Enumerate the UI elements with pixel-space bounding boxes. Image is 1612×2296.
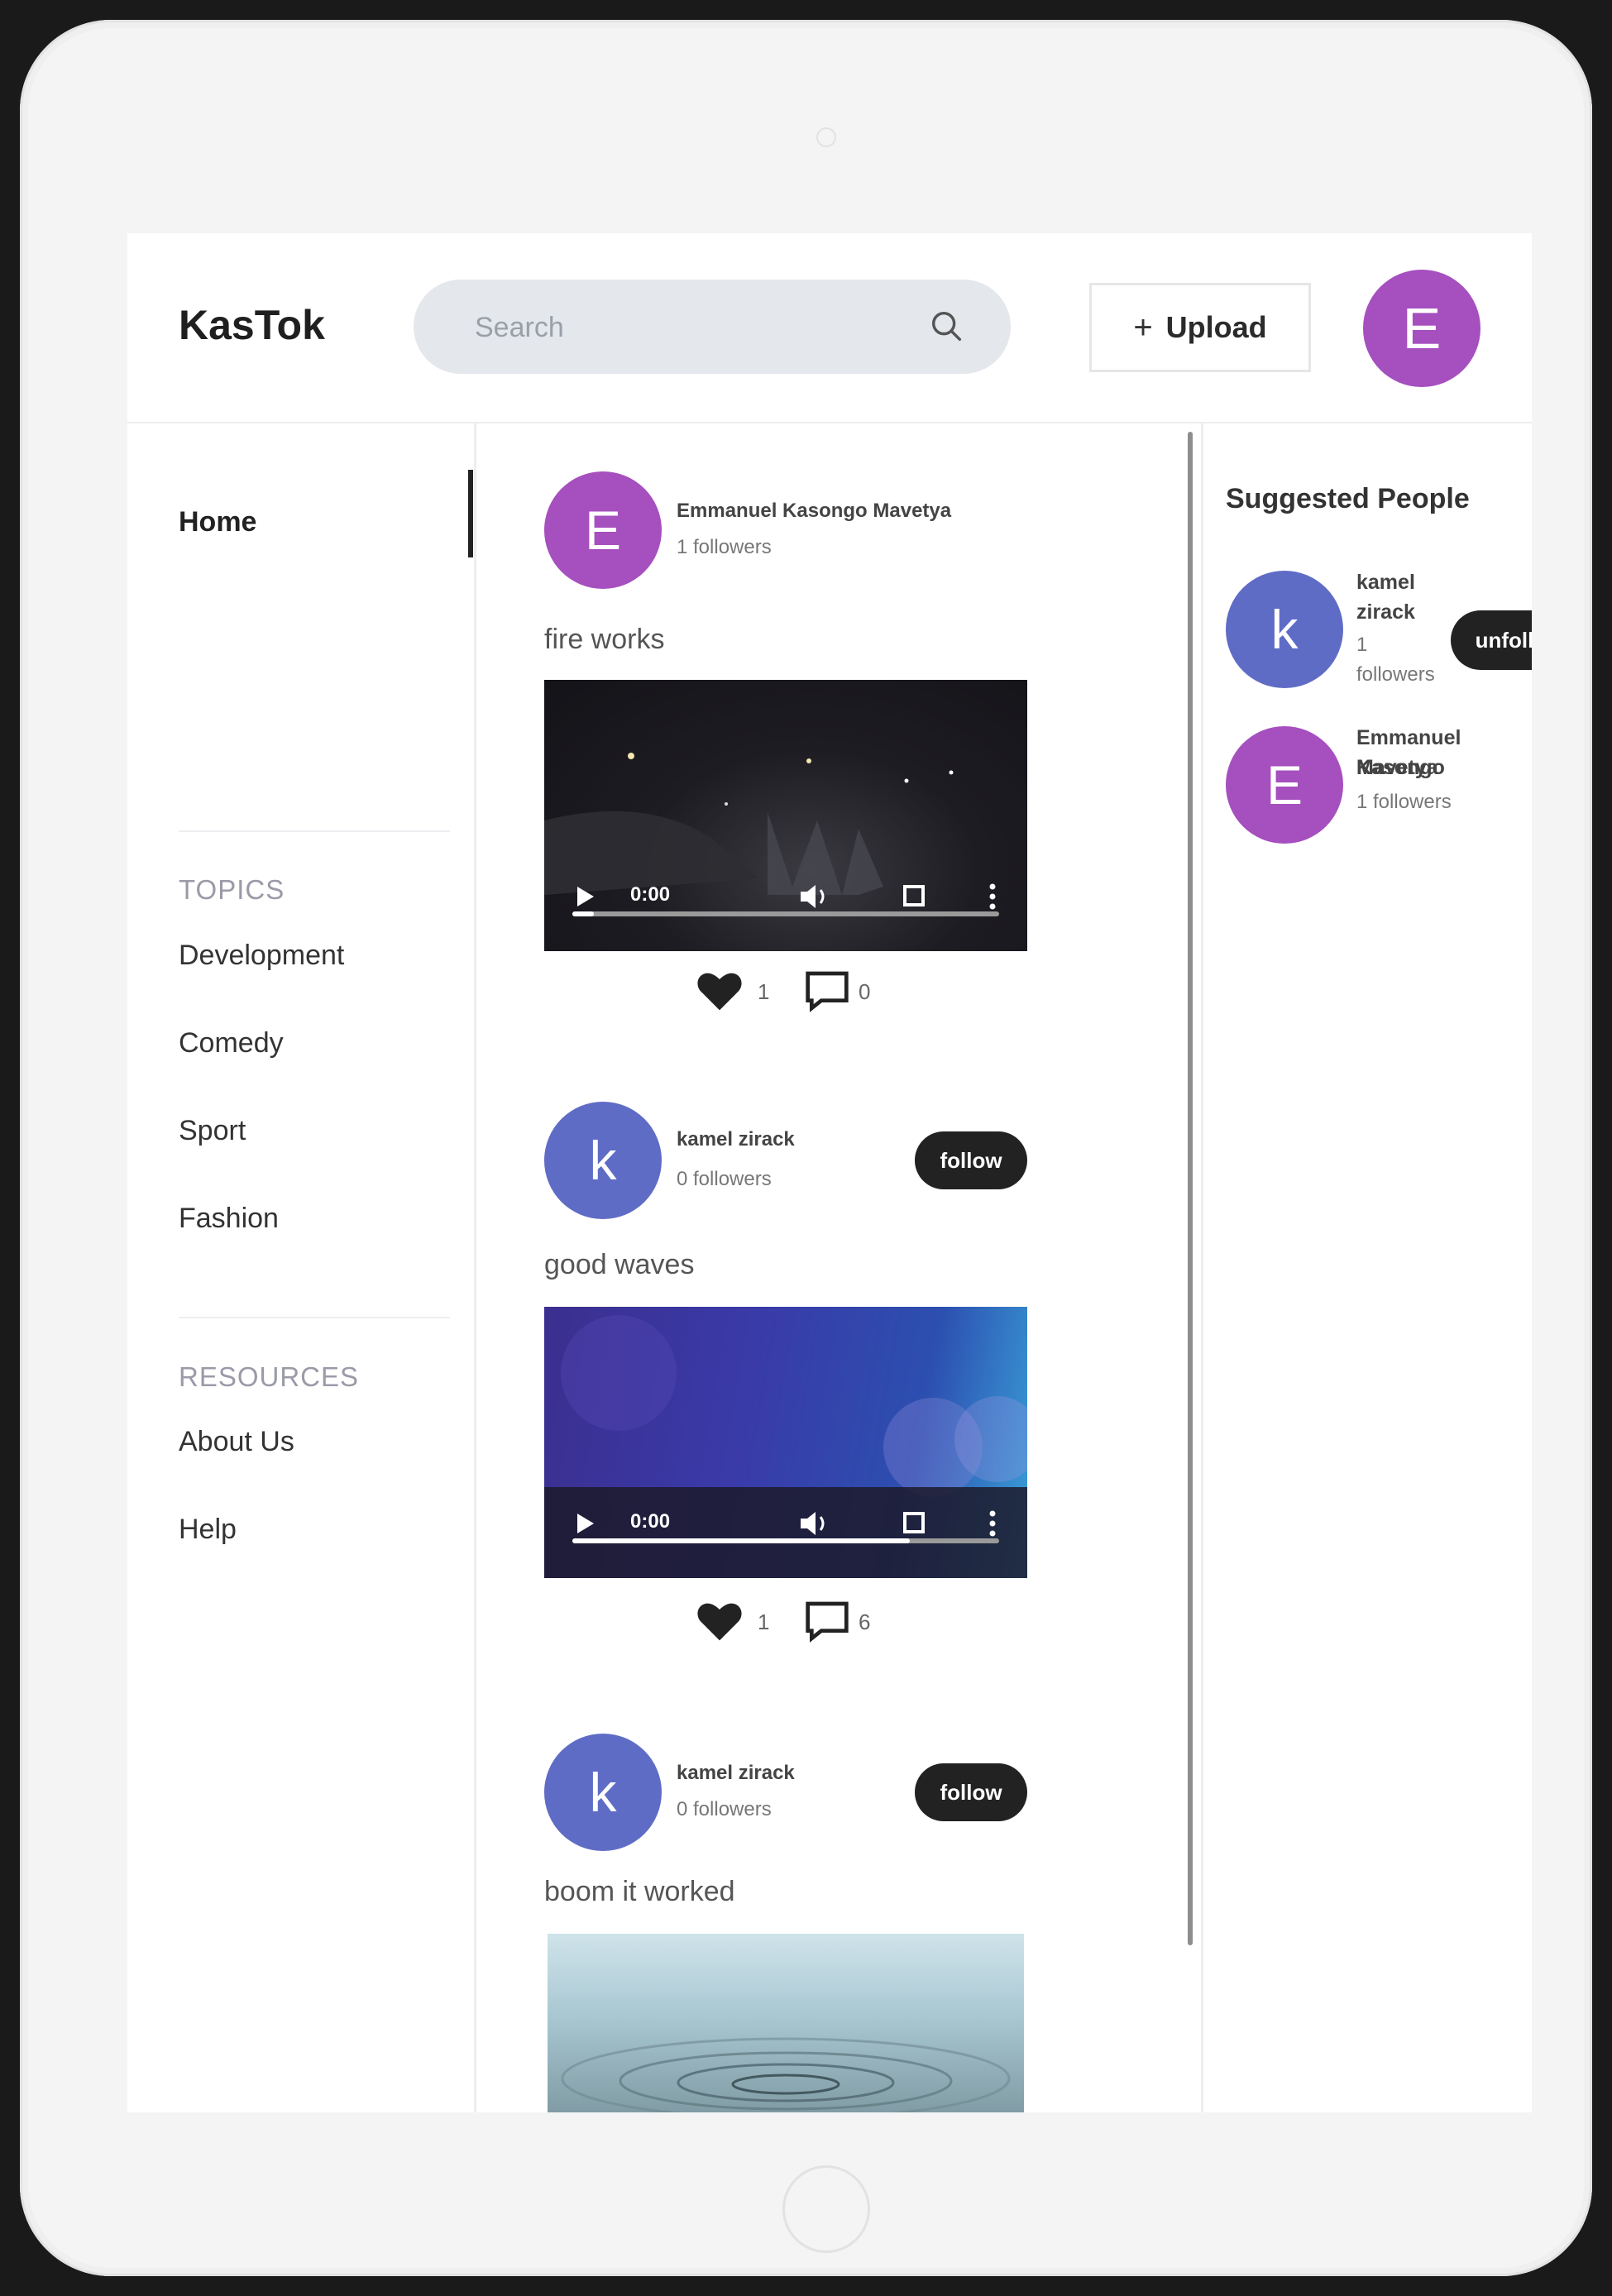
video-player[interactable] <box>548 1934 1024 2112</box>
post-author-followers: 0 followers <box>677 1168 772 1190</box>
video-progress-bar[interactable] <box>572 1538 999 1543</box>
video-player[interactable]: 0:00 <box>544 680 1027 951</box>
suggested-followers: followers <box>1356 663 1435 686</box>
suggested-avatar[interactable]: k <box>1226 571 1343 688</box>
video-player[interactable]: 0:00 <box>544 1307 1027 1578</box>
heart-icon[interactable] <box>696 1600 743 1643</box>
video-time: 0:00 <box>630 883 671 906</box>
comment-icon[interactable] <box>804 1600 850 1643</box>
post-author-name[interactable]: Emmanuel Kasongo Mavetya <box>677 500 951 523</box>
topics-title: TOPICS <box>179 874 285 905</box>
like-count: 1 <box>758 1610 770 1634</box>
sidebar-item-sport[interactable]: Sport <box>179 1115 246 1147</box>
fullscreen-icon[interactable] <box>900 1507 930 1540</box>
upload-label: Upload <box>1165 310 1267 344</box>
suggested-name[interactable]: kamel <box>1356 567 1415 597</box>
sidebar-item-comedy[interactable]: Comedy <box>179 1027 284 1060</box>
follow-button[interactable]: follow <box>915 1763 1027 1821</box>
play-icon[interactable] <box>572 1507 597 1540</box>
suggested-followers: 1 <box>1356 634 1368 656</box>
sidebar-item-development[interactable]: Development <box>179 940 344 972</box>
unfollow-button[interactable]: unfollow <box>1451 610 1532 670</box>
app-header: KasTok + Upload E <box>127 233 1532 423</box>
post-author-avatar[interactable]: k <box>544 1734 662 1851</box>
suggested-panel: Suggested People k kamel zirack 1 follow… <box>1201 423 1532 2112</box>
comment-count: 0 <box>859 979 871 1004</box>
fullscreen-icon[interactable] <box>900 880 930 913</box>
tablet-home-button[interactable] <box>782 2165 870 2253</box>
comment-count: 6 <box>859 1610 871 1634</box>
suggested-title: Suggested People <box>1226 483 1470 514</box>
post-card: k kamel zirack 0 followers follow boom i… <box>544 1734 1040 2112</box>
post-author-name[interactable]: kamel zirack <box>677 1128 795 1151</box>
video-controls: 0:00 <box>572 1507 999 1540</box>
post-caption: good waves <box>544 1249 695 1280</box>
volume-icon[interactable] <box>797 1507 834 1540</box>
video-feed[interactable]: E Emmanuel Kasongo Mavetya 1 followers f… <box>476 423 1201 2112</box>
post-card: E Emmanuel Kasongo Mavetya 1 followers f… <box>544 471 1040 1050</box>
post-stats: 1 6 <box>696 1596 911 1646</box>
suggested-name[interactable]: zirack <box>1356 597 1415 627</box>
post-card: k kamel zirack 0 followers follow good w… <box>544 1102 1040 1681</box>
video-time: 0:00 <box>630 1510 671 1533</box>
post-caption: fire works <box>544 624 665 655</box>
like-count: 1 <box>758 979 770 1004</box>
more-options-icon[interactable] <box>986 1507 999 1540</box>
search-input[interactable] <box>473 303 906 352</box>
divider <box>179 830 450 832</box>
video-controls: 0:00 <box>572 880 999 913</box>
sidebar-item-about-us[interactable]: About Us <box>179 1426 294 1458</box>
more-options-icon[interactable] <box>986 880 999 913</box>
upload-button[interactable]: + Upload <box>1089 283 1311 372</box>
search-bar[interactable] <box>414 280 1011 374</box>
plus-icon: + <box>1133 309 1153 346</box>
video-progress-fill <box>572 911 594 916</box>
suggested-followers: 1 followers <box>1356 791 1452 813</box>
sidebar-item-help[interactable]: Help <box>179 1514 237 1546</box>
app-screen: KasTok + Upload E Home TOPICS Developmen… <box>127 233 1532 2112</box>
post-author-followers: 1 followers <box>677 536 772 558</box>
follow-button[interactable]: follow <box>915 1131 1027 1189</box>
post-author-name[interactable]: kamel zirack <box>677 1762 795 1785</box>
sidebar-item-fashion[interactable]: Fashion <box>179 1203 279 1235</box>
suggested-avatar[interactable]: E <box>1226 726 1343 844</box>
video-progress-fill <box>572 1538 910 1543</box>
video-progress-bar[interactable] <box>572 911 999 916</box>
post-caption: boom it worked <box>544 1876 735 1907</box>
user-avatar[interactable]: E <box>1363 270 1480 387</box>
tablet-frame: KasTok + Upload E Home TOPICS Developmen… <box>20 20 1592 2276</box>
suggested-name[interactable]: Mavetya <box>1356 753 1438 782</box>
post-author-followers: 0 followers <box>677 1798 772 1820</box>
post-stats: 1 0 <box>696 966 911 1016</box>
comment-icon[interactable] <box>804 969 850 1012</box>
heart-icon[interactable] <box>696 969 743 1012</box>
video-thumbnail <box>561 2037 1011 2112</box>
resources-title: RESOURCES <box>179 1361 360 1392</box>
sidebar: Home TOPICS Development Comedy Sport Fas… <box>127 423 476 2112</box>
volume-icon[interactable] <box>797 880 834 913</box>
play-icon[interactable] <box>572 880 597 913</box>
search-icon[interactable] <box>928 308 966 346</box>
sidebar-item-home[interactable]: Home <box>179 506 256 538</box>
divider <box>179 1317 450 1318</box>
post-author-avatar[interactable]: E <box>544 471 662 589</box>
app-logo[interactable]: KasTok <box>179 301 325 349</box>
camera-dot <box>816 127 836 147</box>
feed-scrollbar[interactable] <box>1188 432 1193 1945</box>
active-indicator <box>468 470 473 557</box>
divider <box>1201 423 1203 2112</box>
post-author-avatar[interactable]: k <box>544 1102 662 1219</box>
